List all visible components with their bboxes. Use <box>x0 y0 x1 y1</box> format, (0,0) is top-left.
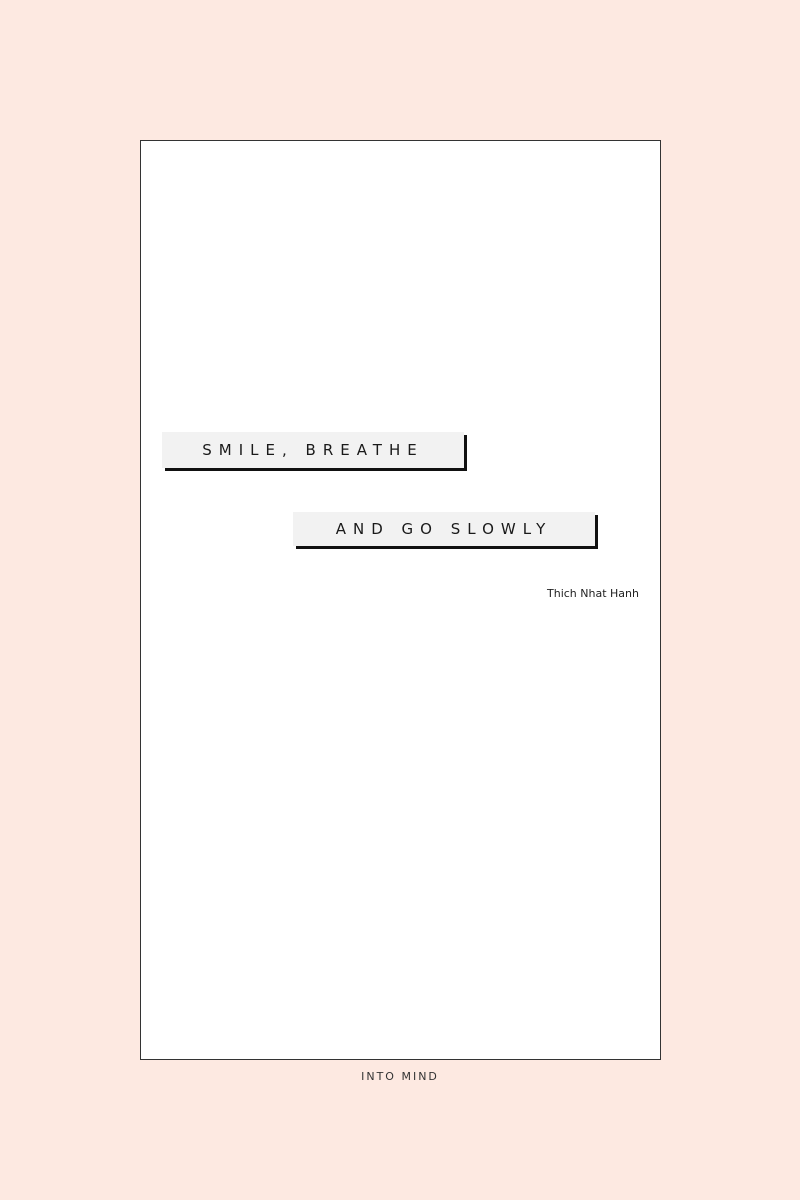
quote-card: SMILE, BREATHE AND GO SLOWLY Thich Nhat … <box>140 140 661 1060</box>
quote-line-1-box: SMILE, BREATHE <box>162 432 464 468</box>
quote-author: Thich Nhat Hanh <box>547 587 639 600</box>
quote-line-1: SMILE, BREATHE <box>202 441 424 459</box>
footer-brand: INTO MIND <box>361 1070 439 1083</box>
quote-line-2: AND GO SLOWLY <box>335 520 553 538</box>
quote-line-2-box: AND GO SLOWLY <box>293 512 595 546</box>
